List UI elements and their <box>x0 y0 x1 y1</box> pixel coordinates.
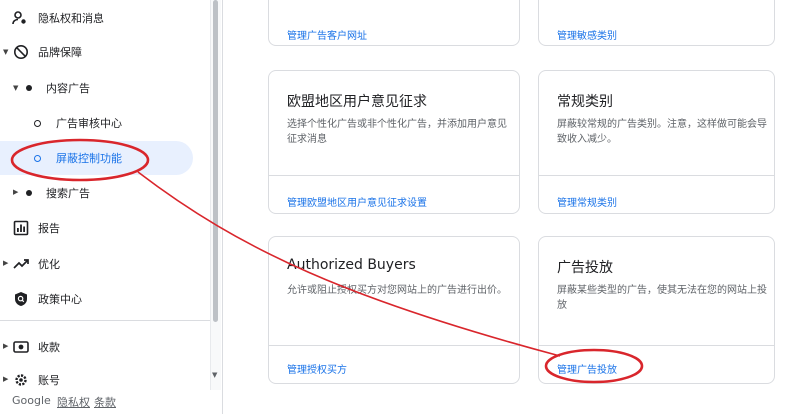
sidebar-item-optimization[interactable]: ▶ 优化 <box>0 247 210 281</box>
manage-sensitive-categories-link[interactable]: 管理敏感类别 <box>557 27 617 42</box>
bullet-icon <box>26 190 32 196</box>
caret-down-icon[interactable]: ▼ <box>13 84 18 92</box>
manage-authorized-buyers-link[interactable]: 管理授权买方 <box>287 361 347 376</box>
sidebar-item-label: 内容广告 <box>46 82 90 95</box>
payments-icon <box>13 339 29 355</box>
caret-right-icon[interactable]: ▶ <box>3 259 8 267</box>
sidebar-item-label: 收款 <box>38 341 60 354</box>
card-divider <box>539 175 774 176</box>
person-settings-icon <box>12 10 28 26</box>
sidebar-footer: Google 隐私权 条款 <box>0 390 222 414</box>
caret-right-icon[interactable]: ▶ <box>3 342 8 350</box>
caret-down-icon[interactable]: ▼ <box>3 48 8 56</box>
sidebar-item-label: 广告审核中心 <box>56 117 122 130</box>
sidebar-item-label: 账号 <box>38 374 60 387</box>
card-title: 广告投放 <box>557 260 613 276</box>
bullet-icon <box>26 85 32 91</box>
card-title: 欧盟地区用户意见征求 <box>287 94 427 110</box>
sidebar-item-privacy-messaging[interactable]: 隐私权和消息 <box>0 1 210 35</box>
sidebar-item-label: 政策中心 <box>38 293 82 306</box>
sidebar-item-label: 屏蔽控制功能 <box>56 152 122 165</box>
main-content: 管理广告客户网址 管理敏感类别 欧盟地区用户意见征求 选择个性化广告或非个性化广… <box>223 0 798 414</box>
privacy-link[interactable]: 隐私权 <box>57 394 90 410</box>
card-description: 允许或阻止授权买方对您网站上的广告进行出价。 <box>287 285 507 296</box>
card-description: 屏蔽某些类型的广告，使其无法在您的网站上投放 <box>557 285 767 311</box>
card-general-categories: 常规类别 屏蔽较常规的广告类别。注意，这样做可能会导致收入减少。 管理常规类别 <box>538 70 775 214</box>
circle-outline-icon <box>34 155 41 162</box>
trending-up-icon <box>13 256 29 272</box>
circle-outline-icon <box>34 120 41 127</box>
card-ad-serving: 广告投放 屏蔽某些类型的广告，使其无法在您的网站上投放 管理广告投放 <box>538 236 775 384</box>
card-title: Authorized Buyers <box>287 257 416 273</box>
manage-ad-serving-link[interactable]: 管理广告投放 <box>557 361 617 376</box>
card-divider <box>539 345 774 346</box>
manage-advertiser-urls-link[interactable]: 管理广告客户网址 <box>287 27 367 42</box>
card-eu-consent: 欧盟地区用户意见征求 选择个性化广告或非个性化广告，并添加用户意见征求消息 管理… <box>268 70 520 214</box>
block-icon <box>13 44 29 60</box>
card-sensitive-categories: 管理敏感类别 <box>538 0 775 46</box>
sidebar-item-content-ads[interactable]: ▼ 内容广告 <box>0 71 210 105</box>
policy-shield-icon <box>13 291 29 307</box>
sidebar-item-reports[interactable]: 报告 <box>0 211 210 245</box>
manage-general-categories-link[interactable]: 管理常规类别 <box>557 194 617 209</box>
card-divider <box>269 175 519 176</box>
sidebar-item-policy-center[interactable]: 政策中心 <box>0 282 210 316</box>
google-logo-text: Google <box>12 394 51 407</box>
card-divider <box>269 345 519 346</box>
sidebar-item-label: 品牌保障 <box>38 46 82 59</box>
caret-right-icon[interactable]: ▶ <box>13 188 18 196</box>
sidebar-item-search-ads[interactable]: ▶ 搜索广告 <box>0 176 210 210</box>
sidebar-item-ad-review-center[interactable]: 广告审核中心 <box>0 106 210 140</box>
sidebar-nav: 隐私权和消息 ▼ 品牌保障 ▼ 内容广告 广告审核中心 屏蔽控制功能 ▶ 搜索广… <box>0 0 222 390</box>
terms-link[interactable]: 条款 <box>94 394 116 410</box>
card-authorized-buyers: Authorized Buyers 允许或阻止授权买方对您网站上的广告进行出价。… <box>268 236 520 384</box>
bar-chart-icon <box>13 220 29 236</box>
card-advertiser-urls: 管理广告客户网址 <box>268 0 520 46</box>
scroll-down-arrow-icon[interactable]: ▼ <box>212 371 217 379</box>
manage-eu-consent-link[interactable]: 管理欧盟地区用户意见征求设置 <box>287 194 427 209</box>
sidebar-item-account[interactable]: ▶ 账号 <box>0 363 210 390</box>
card-description: 选择个性化广告或非个性化广告，并添加用户意见征求消息 <box>287 119 507 145</box>
gear-icon <box>13 372 29 388</box>
sidebar-divider <box>0 320 210 321</box>
sidebar-item-label: 优化 <box>38 258 60 271</box>
sidebar-item-label: 搜索广告 <box>46 187 90 200</box>
sidebar-item-label: 报告 <box>38 222 60 235</box>
sidebar-item-payments[interactable]: ▶ 收款 <box>0 330 210 364</box>
sidebar-item-blocking-controls[interactable]: 屏蔽控制功能 <box>0 141 193 175</box>
card-title: 常规类别 <box>557 94 613 110</box>
caret-right-icon[interactable]: ▶ <box>3 375 8 383</box>
card-description: 屏蔽较常规的广告类别。注意，这样做可能会导致收入减少。 <box>557 119 767 145</box>
sidebar-scrollbar-thumb[interactable] <box>213 0 218 322</box>
sidebar-item-brand-safety[interactable]: ▼ 品牌保障 <box>0 35 210 69</box>
sidebar-item-label: 隐私权和消息 <box>38 12 104 25</box>
